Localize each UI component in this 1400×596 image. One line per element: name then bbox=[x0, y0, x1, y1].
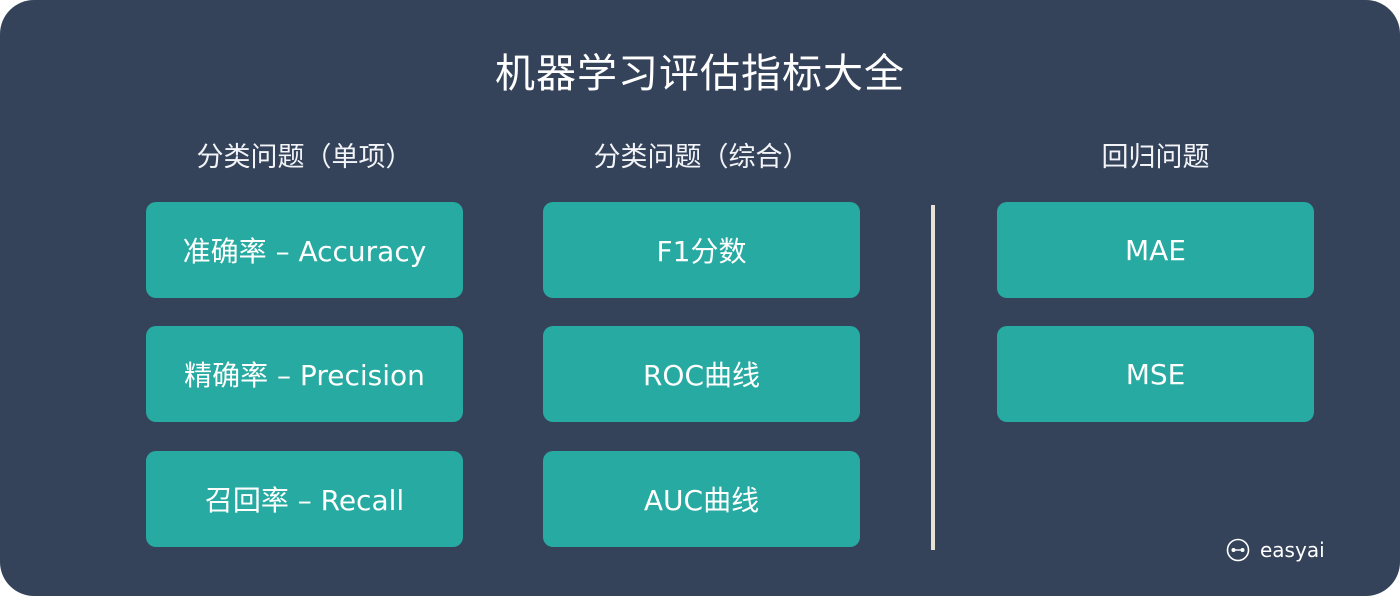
easyai-logo-icon bbox=[1226, 538, 1250, 562]
column-header-classification-combined: 分类问题（综合） bbox=[593, 142, 810, 173]
metric-card-auc-curve: AUC曲线 bbox=[543, 451, 860, 547]
metric-card-accuracy: 准确率 – Accuracy bbox=[146, 202, 463, 298]
metric-card-roc-curve: ROC曲线 bbox=[543, 326, 860, 422]
metric-card-precision: 精确率 – Precision bbox=[146, 326, 463, 422]
metrics-diagram: 机器学习评估指标大全 分类问题（单项） 准确率 – Accuracy 精确率 –… bbox=[0, 0, 1400, 596]
diagram-title: 机器学习评估指标大全 bbox=[495, 51, 905, 97]
brand-watermark: easyai bbox=[1226, 535, 1325, 565]
metric-card-mse: MSE bbox=[997, 326, 1314, 422]
column-header-regression: 回归问题 bbox=[1101, 142, 1210, 173]
column-header-classification-single: 分类问题（单项） bbox=[196, 142, 413, 173]
metric-card-recall: 召回率 – Recall bbox=[146, 451, 463, 547]
metric-card-mae: MAE bbox=[997, 202, 1314, 298]
brand-name: easyai bbox=[1260, 538, 1325, 562]
metric-card-f1-score: F1分数 bbox=[543, 202, 860, 298]
column-divider bbox=[931, 205, 935, 550]
